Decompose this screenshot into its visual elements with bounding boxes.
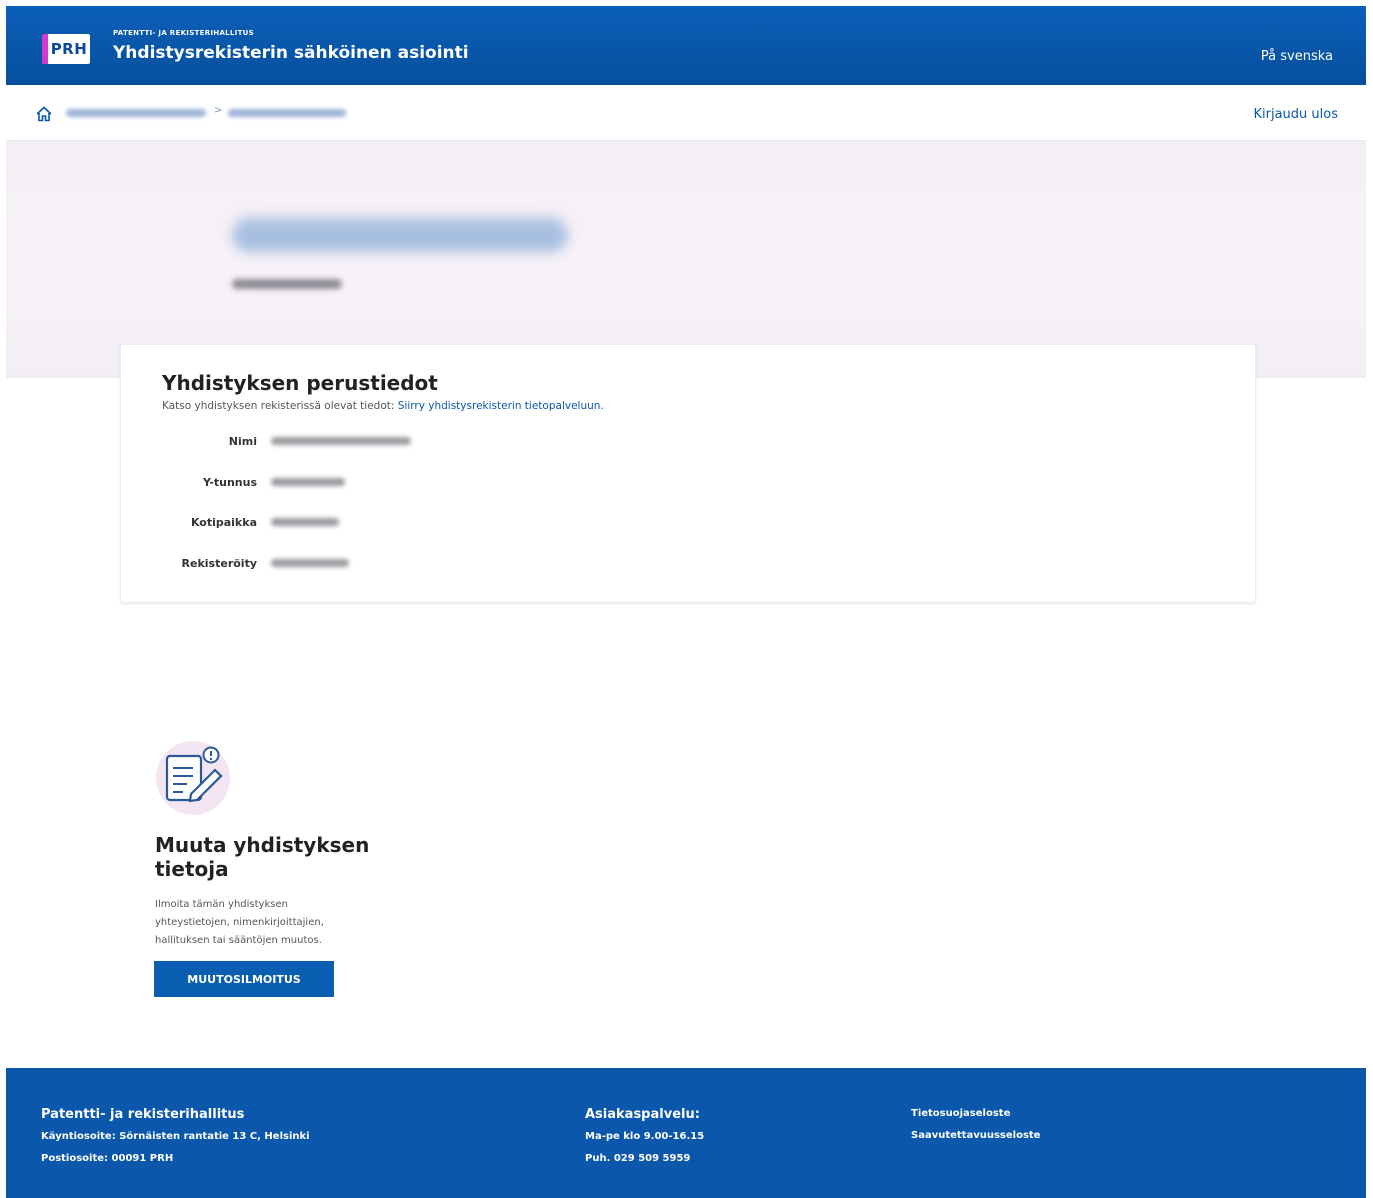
logout-link[interactable]: Kirjaudu ulos — [1254, 107, 1339, 122]
footer-accessibility-link[interactable]: Saavutettavuusseloste — [911, 1130, 1040, 1141]
footer-visit-address: Käyntiosoite: Sörnäisten rantatie 13 C, … — [41, 1131, 310, 1142]
association-hero — [6, 141, 1366, 378]
footer-service-hours: Ma-pe klo 9.00-16.15 — [585, 1131, 705, 1142]
home-icon[interactable] — [35, 105, 53, 123]
document-edit-icon — [155, 740, 231, 816]
footer-service-phone: Puh. 029 509 5959 — [585, 1153, 691, 1164]
field-label-registered: Rekisteröity — [181, 557, 257, 570]
footer-org-name: Patentti- ja rekisterihallitus — [41, 1107, 245, 1122]
association-subtitle-blurred — [232, 279, 342, 289]
footer-privacy-link[interactable]: Tietosuojaseloste — [911, 1108, 1010, 1119]
field-label-business-id: Y-tunnus — [202, 476, 257, 489]
basic-info-title: Yhdistyksen perustiedot — [162, 371, 438, 395]
site-footer: Patentti- ja rekisterihallitus Käyntioso… — [6, 1068, 1366, 1198]
basic-info-card: Yhdistyksen perustiedot Katso yhdistykse… — [120, 344, 1256, 603]
field-value-name-blurred — [271, 437, 411, 445]
footer-postal-address: Postiosoite: 00091 PRH — [41, 1153, 174, 1164]
field-label-domicile: Kotipaikka — [190, 516, 257, 529]
change-info-title: Muuta yhdistyksen tietoja — [155, 833, 370, 881]
org-name-small: PATENTTI- JA REKISTERIHALLITUS — [113, 29, 254, 37]
footer-service-title: Asiakaspalvelu: — [585, 1107, 700, 1122]
prh-logo[interactable]: PRH — [42, 34, 90, 64]
field-value-registered-blurred — [271, 559, 349, 567]
association-name-blurred — [232, 218, 568, 252]
service-title[interactable]: Yhdistysrekisterin sähköinen asiointi — [113, 43, 469, 63]
field-value-domicile-blurred — [271, 518, 339, 526]
language-switch-link[interactable]: På svenska — [1261, 49, 1333, 64]
basic-info-description: Katso yhdistyksen rekisterissä olevat ti… — [162, 400, 604, 412]
breadcrumb: > Kirjaudu ulos — [6, 85, 1366, 141]
breadcrumb-current-blurred — [228, 109, 346, 117]
change-info-description: Ilmoita tämän yhdistyksen yhteystietojen… — [155, 899, 324, 946]
field-value-business-id-blurred — [271, 478, 345, 486]
description-text: Katso yhdistyksen rekisterissä olevat ti… — [162, 400, 395, 412]
change-notification-button[interactable]: MUUTOSILMOITUS — [154, 961, 334, 997]
breadcrumb-item-blurred[interactable] — [66, 109, 206, 117]
breadcrumb-separator: > — [214, 105, 223, 116]
registry-info-service-link[interactable]: Siirry yhdistysrekisterin tietopalveluun… — [398, 400, 604, 412]
site-header: PRH PATENTTI- JA REKISTERIHALLITUS Yhdis… — [6, 6, 1366, 85]
field-label-name: Nimi — [228, 435, 257, 448]
